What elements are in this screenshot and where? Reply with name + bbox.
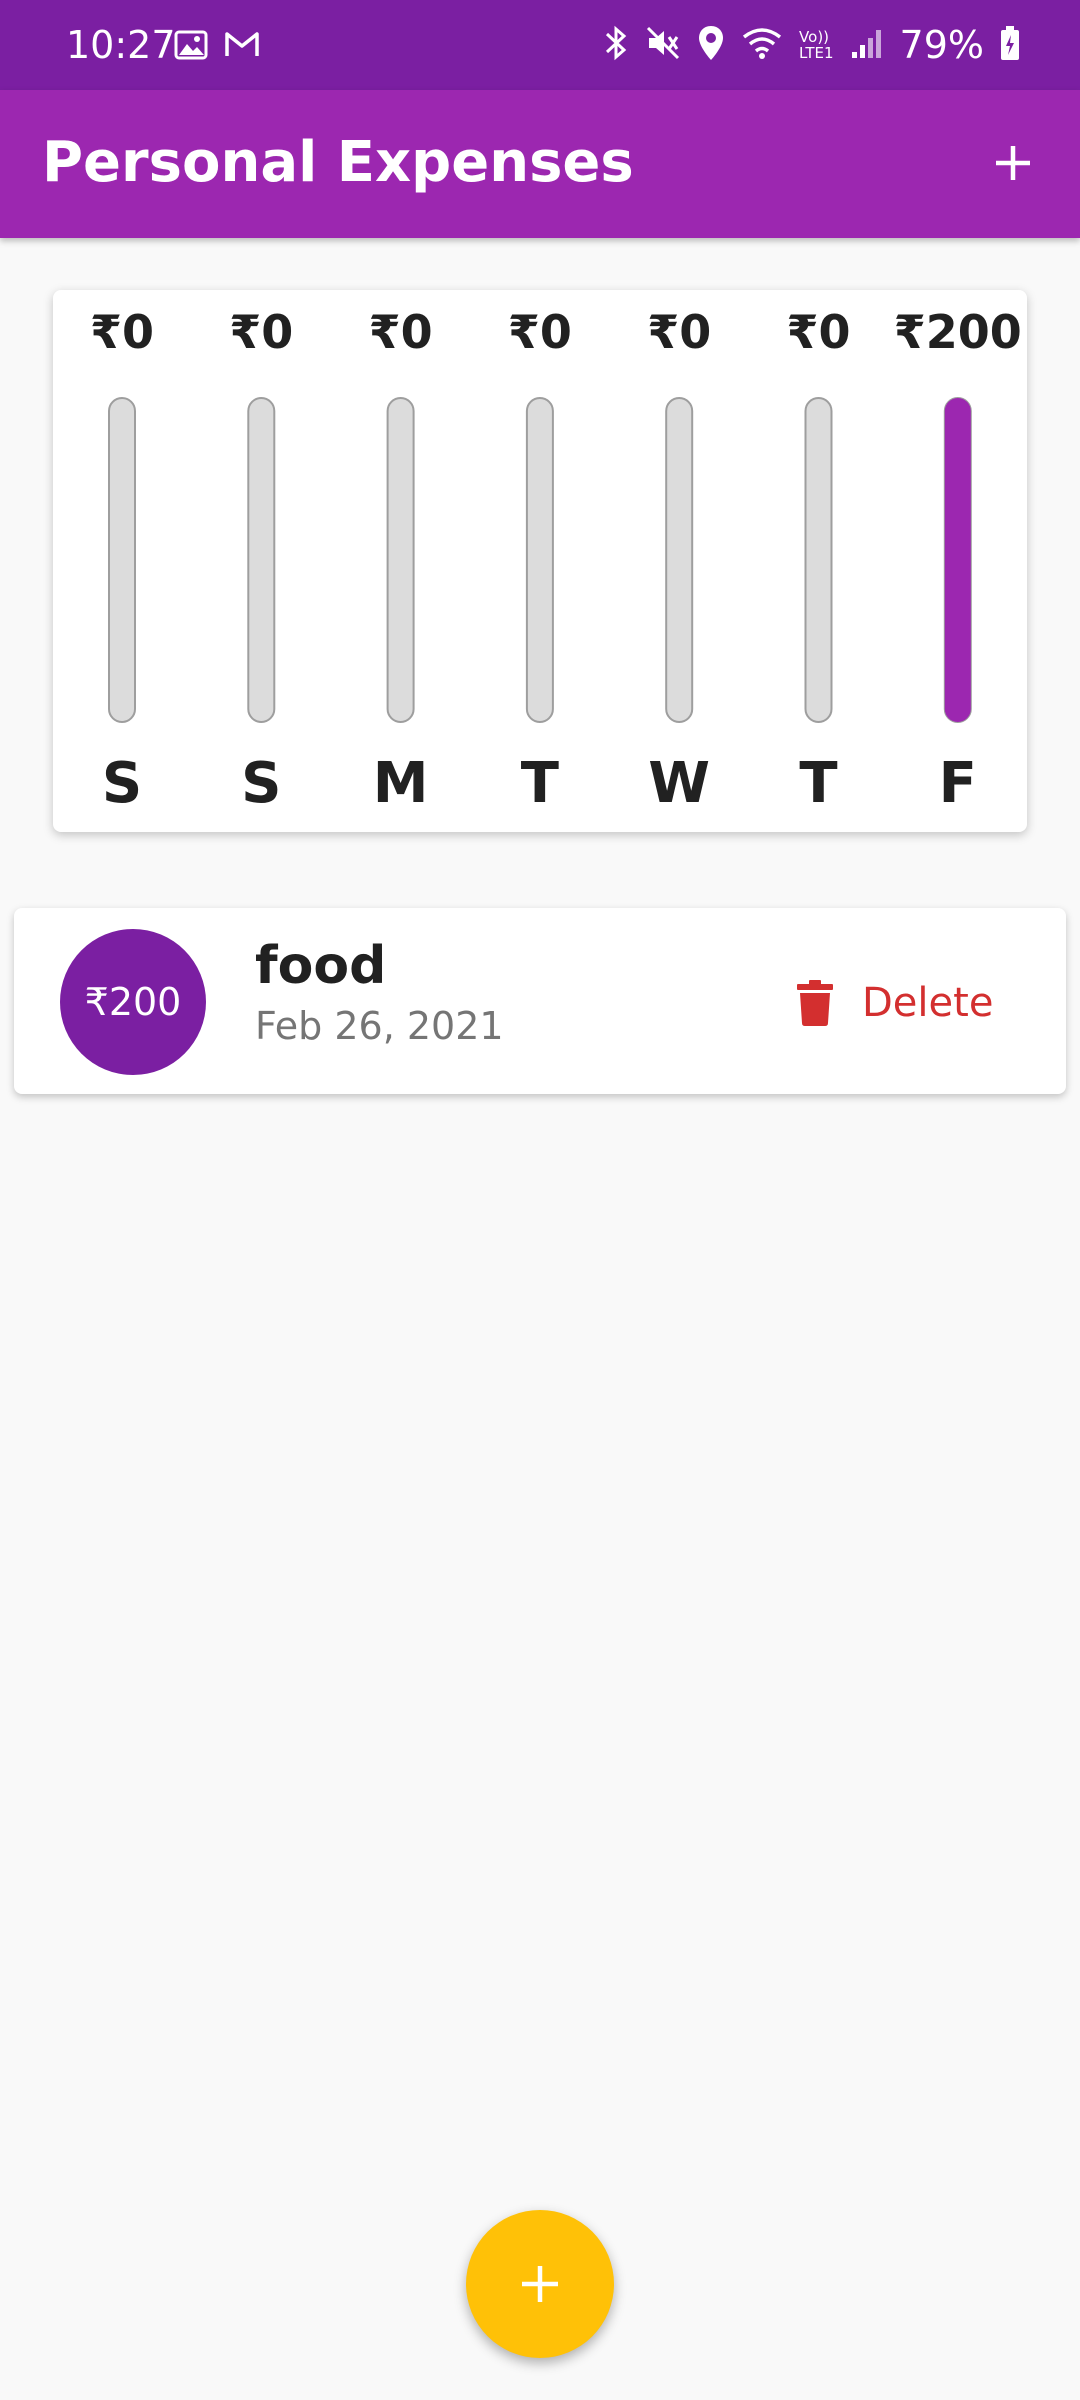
bar-value-label: ₹0 [369, 305, 433, 359]
day-label: W [648, 751, 710, 816]
day-label: M [373, 751, 429, 816]
bar-track [386, 397, 415, 723]
bar-track [804, 397, 833, 723]
volte-icon: Vo)) LTE1 [799, 29, 833, 61]
volte-label-bottom: LTE1 [799, 44, 834, 62]
volte-label-top: Vo)) [799, 28, 830, 46]
status-left-icons [174, 30, 260, 64]
bar-track [525, 397, 554, 723]
bar-value-label: ₹0 [647, 305, 711, 359]
day-label: S [241, 751, 281, 816]
signal-icon [850, 26, 884, 64]
transaction-title: food [255, 936, 387, 996]
image-icon [174, 30, 208, 64]
delete-label: Delete [862, 980, 994, 1026]
transaction-date: Feb 26, 2021 [255, 1004, 504, 1048]
weekly-bar-chart: ₹0 S ₹0 S ₹0 M ₹0 T ₹0 W ₹0 T ₹200 F [90, 305, 1022, 816]
bar-track [247, 397, 276, 723]
bar-track [665, 397, 694, 723]
location-icon [697, 24, 725, 66]
amount-label: ₹200 [84, 980, 182, 1024]
add-icon [996, 146, 1030, 180]
wifi-icon [741, 25, 783, 65]
page-title: Personal Expenses [42, 130, 634, 195]
add-fab[interactable] [466, 2210, 614, 2358]
bluetooth-icon [603, 24, 629, 66]
bar-value-label: ₹0 [229, 305, 293, 359]
day-label: T [799, 751, 837, 816]
amount-avatar: ₹200 [60, 929, 206, 1075]
battery-icon [1000, 25, 1020, 65]
delete-button[interactable]: Delete [796, 968, 993, 1038]
status-time: 10:27 [66, 23, 176, 67]
day-label: S [102, 751, 142, 816]
status-right-icons: Vo)) LTE1 79% [603, 24, 1020, 66]
bar-value-label: ₹200 [894, 305, 1022, 359]
gmail-icon [224, 30, 260, 64]
day-label: T [521, 751, 559, 816]
bar-value-label: ₹0 [90, 305, 154, 359]
status-bar: 10:27 Vo)) LTE1 79% [0, 0, 1080, 90]
battery-percent: 79% [899, 23, 984, 67]
bar-fill [944, 398, 971, 722]
weekly-chart-card: ₹0 S ₹0 S ₹0 M ₹0 T ₹0 W ₹0 T ₹200 F [53, 290, 1027, 832]
app-bar: Personal Expenses [0, 90, 1080, 238]
bar-value-label: ₹0 [508, 305, 572, 359]
bar-track [108, 397, 136, 723]
bar-value-label: ₹0 [786, 305, 850, 359]
mute-icon [645, 25, 681, 65]
day-label: F [939, 751, 977, 816]
add-icon [522, 2266, 558, 2302]
add-transaction-button[interactable] [976, 126, 1050, 200]
trash-icon [797, 980, 833, 1026]
transaction-list-item: ₹200 food Feb 26, 2021 Delete [14, 908, 1066, 1094]
